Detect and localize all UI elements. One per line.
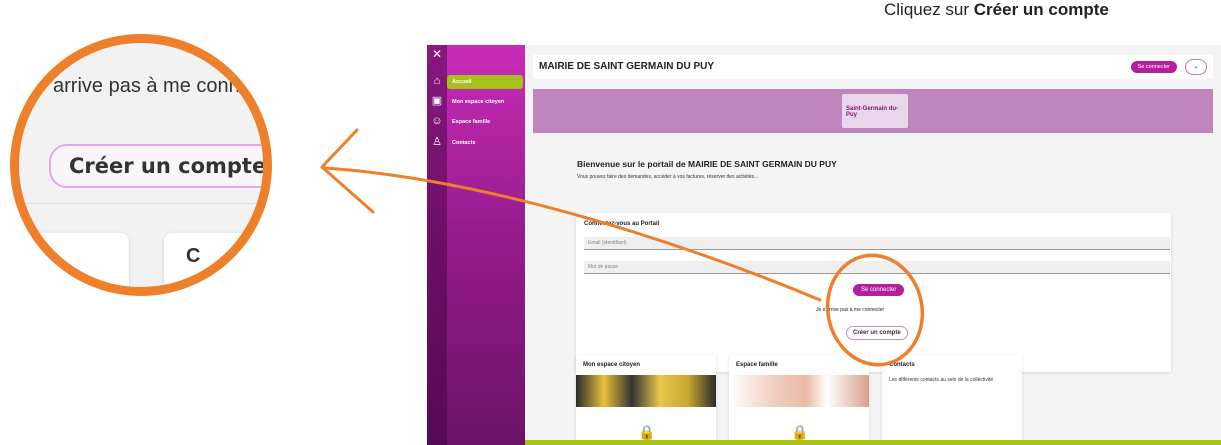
- highlight-circle: [825, 253, 925, 367]
- annotation-overlay: [320, 128, 925, 367]
- arrow-line: [323, 166, 822, 302]
